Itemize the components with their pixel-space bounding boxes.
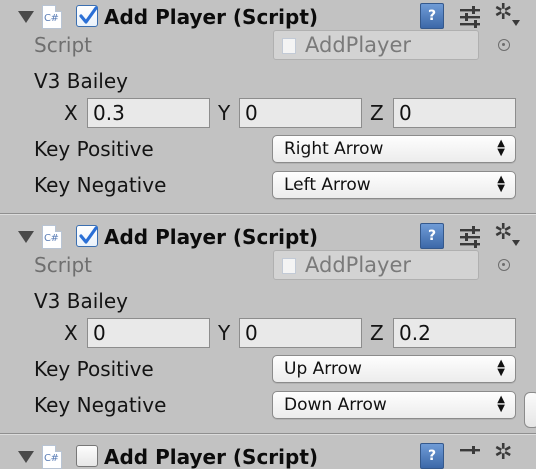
settings-gear-icon[interactable]: ✲ [494, 222, 512, 244]
cs-script-icon: C# [42, 225, 62, 249]
key-positive-value: Right Arrow [284, 139, 384, 159]
y-input[interactable]: 0 [239, 98, 362, 128]
z-input[interactable]: 0.2 [393, 318, 516, 348]
key-negative-dropdown[interactable]: Left Arrow ▲ ▼ [272, 171, 516, 199]
key-positive-value: Up Arrow [284, 359, 362, 379]
script-label: Script [34, 253, 93, 277]
x-input[interactable]: 0 [87, 318, 210, 348]
scrollbar-handle[interactable] [524, 392, 536, 428]
y-label: Y [218, 321, 231, 345]
cs-script-mini-icon [282, 258, 296, 274]
popup-arrows-icon: ▲ ▼ [497, 138, 505, 158]
key-positive-label: Key Positive [34, 357, 154, 381]
presets-sliders-icon[interactable] [458, 445, 482, 469]
cs-script-icon: C# [42, 445, 62, 469]
component-title: Add Player (Script) [104, 225, 319, 249]
cs-script-icon: C# [42, 5, 62, 29]
popup-arrows-icon: ▲ ▼ [497, 358, 505, 378]
component-title: Add Player (Script) [104, 445, 319, 469]
checkmark-icon [79, 226, 98, 244]
script-object-value: AddPlayer [305, 253, 412, 277]
script-object-field[interactable]: AddPlayer [273, 30, 479, 60]
script-label: Script [34, 33, 93, 57]
key-negative-dropdown[interactable]: Down Arrow ▲ ▼ [272, 391, 516, 419]
x-label: X [64, 321, 78, 345]
gear-dropdown-caret-icon [512, 20, 520, 26]
help-icon[interactable]: ? [420, 3, 444, 29]
key-negative-value: Down Arrow [284, 395, 387, 415]
popup-arrows-icon: ▲ ▼ [497, 174, 505, 194]
object-picker-icon[interactable] [498, 259, 510, 271]
enabled-checkbox[interactable] [76, 445, 98, 467]
object-picker-icon[interactable] [498, 39, 510, 51]
y-input[interactable]: 0 [239, 318, 362, 348]
script-object-field[interactable]: AddPlayer [273, 250, 479, 280]
enabled-checkbox[interactable] [76, 5, 98, 27]
checkmark-icon [79, 6, 98, 24]
settings-gear-icon[interactable]: ✲ [494, 2, 512, 24]
component-divider-highlight [0, 214, 536, 215]
x-label: X [64, 101, 78, 125]
presets-sliders-icon[interactable] [458, 225, 482, 249]
v3-bailey-label: V3 Bailey [34, 289, 128, 313]
settings-gear-icon[interactable]: ✲ [494, 442, 512, 464]
key-positive-dropdown[interactable]: Right Arrow ▲ ▼ [272, 135, 516, 163]
presets-sliders-icon[interactable] [458, 5, 482, 29]
fold-toggle-icon[interactable] [18, 11, 34, 23]
cs-script-mini-icon [282, 38, 296, 54]
key-negative-value: Left Arrow [284, 175, 371, 195]
z-input[interactable]: 0 [393, 98, 516, 128]
z-label: Z [370, 321, 384, 345]
help-icon[interactable]: ? [420, 443, 444, 469]
component-title: Add Player (Script) [104, 5, 319, 29]
key-negative-label: Key Negative [34, 393, 167, 417]
y-label: Y [218, 101, 231, 125]
key-negative-label: Key Negative [34, 173, 167, 197]
key-positive-dropdown[interactable]: Up Arrow ▲ ▼ [272, 355, 516, 383]
fold-toggle-icon[interactable] [18, 231, 34, 243]
component-divider-highlight [0, 434, 536, 435]
v3-bailey-label: V3 Bailey [34, 69, 128, 93]
popup-arrows-icon: ▲ ▼ [497, 394, 505, 414]
enabled-checkbox[interactable] [76, 225, 98, 247]
gear-dropdown-caret-icon [512, 240, 520, 246]
z-label: Z [370, 101, 384, 125]
key-positive-label: Key Positive [34, 137, 154, 161]
x-input[interactable]: 0.3 [87, 98, 210, 128]
help-icon[interactable]: ? [420, 223, 444, 249]
script-object-value: AddPlayer [305, 33, 412, 57]
fold-toggle-icon[interactable] [18, 451, 34, 463]
